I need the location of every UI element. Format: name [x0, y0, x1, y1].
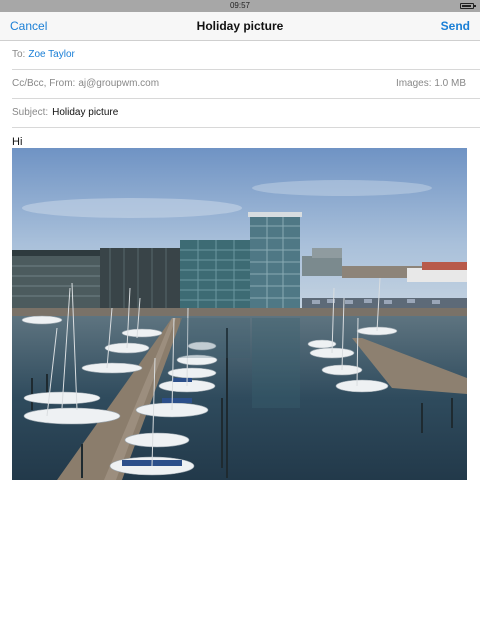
- from-address: aj@groupwm.com: [78, 78, 160, 89]
- send-button[interactable]: Send: [441, 19, 470, 33]
- subject-field[interactable]: Subject: Holiday picture: [12, 99, 480, 128]
- attached-photo[interactable]: [12, 148, 467, 480]
- ccbcc-from-field[interactable]: Cc/Bcc, From: aj@groupwm.com Images: 1.0 …: [12, 70, 480, 99]
- status-time: 09:57: [229, 1, 251, 10]
- images-size-info: Images: 1.0 MB: [396, 70, 466, 98]
- page-title: Holiday picture: [196, 19, 284, 33]
- message-body[interactable]: Hi: [12, 136, 480, 148]
- to-field[interactable]: To: Zoe Taylor: [12, 41, 480, 70]
- images-size: 1.0 MB: [434, 78, 466, 89]
- battery-icon: [460, 3, 476, 9]
- ccbcc-from-label: Cc/Bcc, From:: [12, 78, 76, 89]
- to-recipient[interactable]: Zoe Taylor: [28, 49, 75, 60]
- navigation-bar: Cancel Holiday picture Send: [0, 12, 480, 41]
- to-label: To:: [12, 49, 26, 60]
- status-bar: 09:57: [0, 0, 480, 12]
- images-label: Images:: [395, 78, 432, 89]
- subject-label: Subject:: [12, 107, 49, 118]
- subject-input[interactable]: Holiday picture: [52, 107, 118, 118]
